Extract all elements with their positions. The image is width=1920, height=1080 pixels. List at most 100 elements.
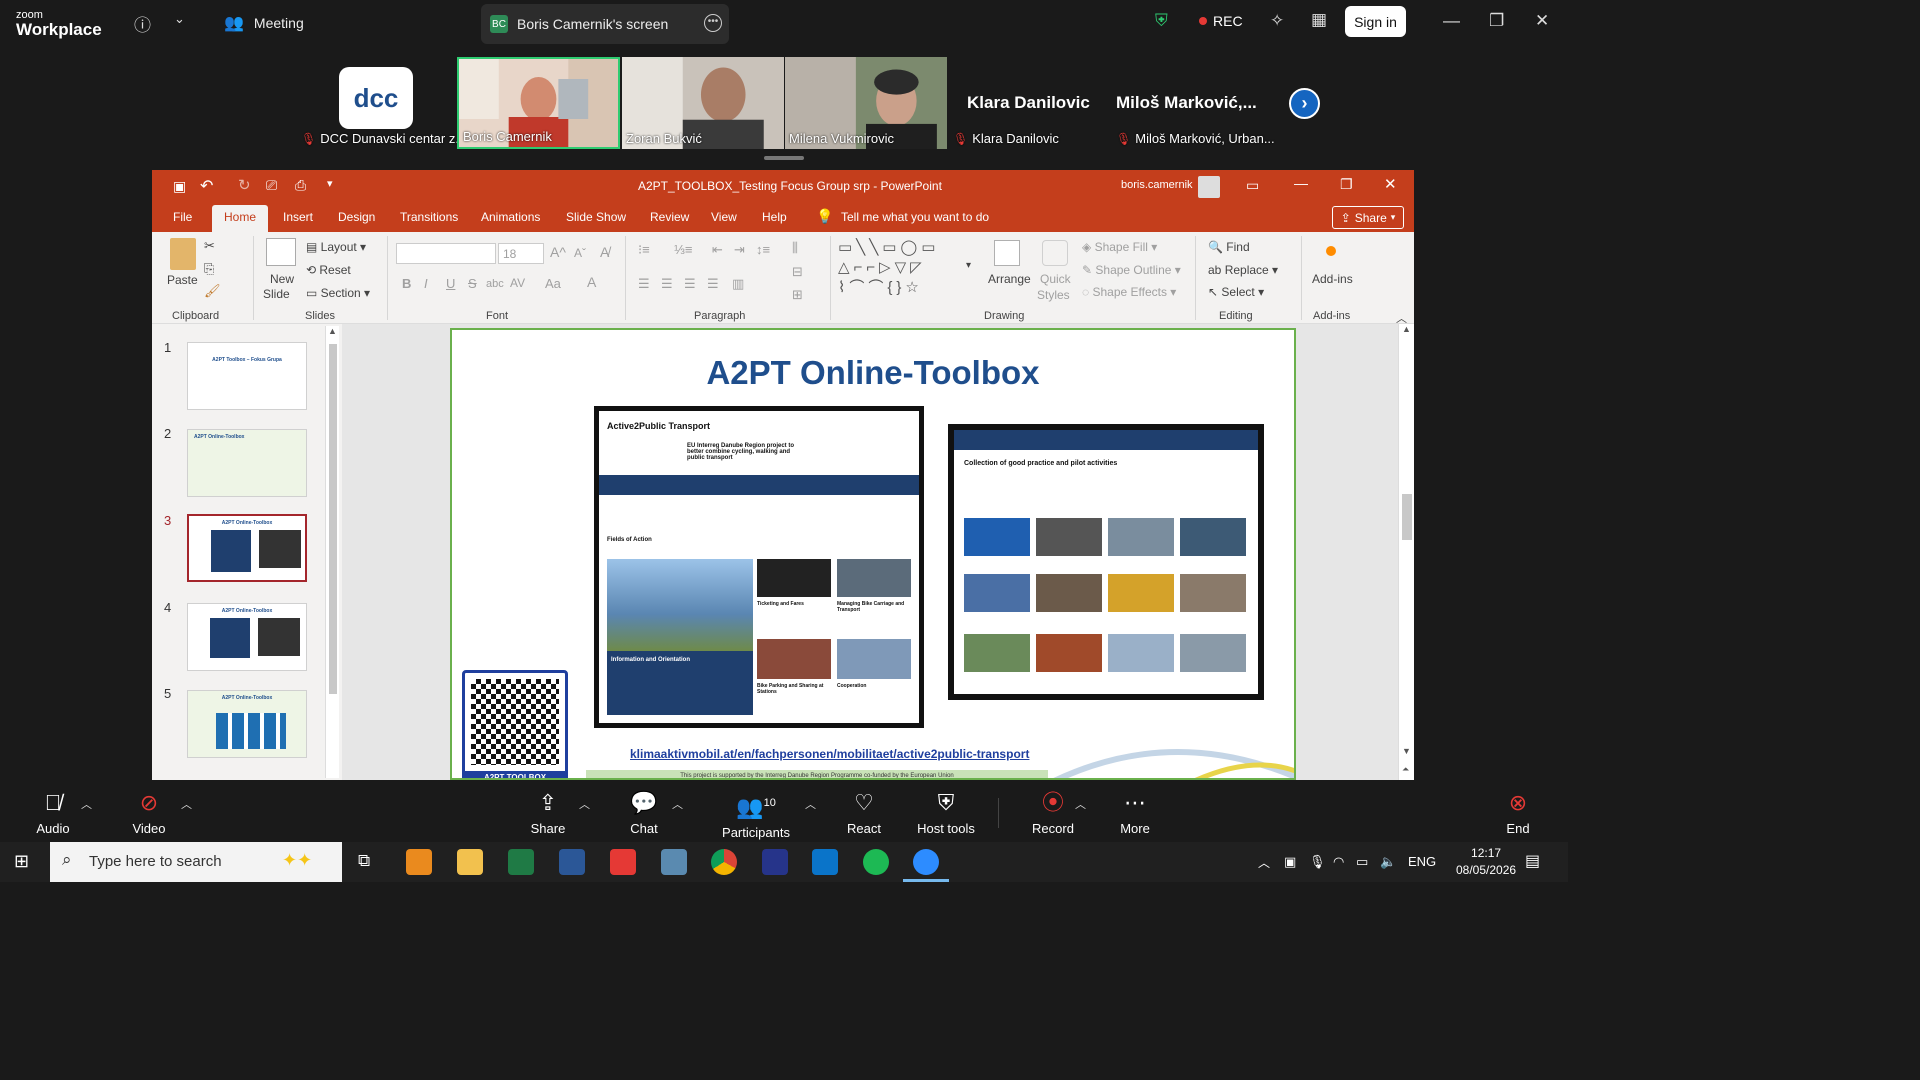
arrange-icon[interactable] xyxy=(994,240,1020,266)
share-button[interactable]: ⇪ Share xyxy=(528,790,568,836)
increase-font-icon[interactable]: A^ xyxy=(550,244,566,260)
volume-icon[interactable]: 🔈 xyxy=(1380,854,1396,870)
replace-button[interactable]: ab Replace ▾ xyxy=(1208,263,1278,277)
line-spacing-icon[interactable]: ↕≡ xyxy=(756,242,770,257)
scroll-thumb[interactable] xyxy=(1402,494,1412,540)
restore-icon[interactable]: ❐ xyxy=(1489,11,1504,31)
chevron-down-icon[interactable]: ⌄ xyxy=(174,11,185,27)
store-icon[interactable] xyxy=(812,849,838,875)
more-options-icon[interactable]: ••• xyxy=(704,14,722,32)
tray-expand-icon[interactable]: ︿ xyxy=(1258,854,1270,871)
tab-animations[interactable]: Animations xyxy=(481,210,540,224)
restore-icon[interactable]: ❐ xyxy=(1340,176,1353,193)
recording-indicator[interactable]: REC xyxy=(1199,13,1243,29)
paste-button[interactable]: Paste xyxy=(167,273,198,287)
language-indicator[interactable]: ENG xyxy=(1408,854,1436,869)
font-size-select[interactable]: 18 xyxy=(498,243,544,264)
chat-options-icon[interactable]: ︿ xyxy=(672,796,683,812)
layout-button[interactable]: ▤ Layout ▾ xyxy=(306,240,366,254)
indent-increase-icon[interactable]: ⇥ xyxy=(734,242,745,258)
react-button[interactable]: ♡ React xyxy=(846,790,882,836)
spotify-icon[interactable] xyxy=(863,849,889,875)
font-color-icon[interactable]: A xyxy=(587,274,596,290)
tab-home[interactable]: Home xyxy=(212,205,269,232)
scroll-down-icon[interactable]: ▼ xyxy=(1402,746,1411,756)
slide-thumbnail-2[interactable]: A2PT Online-Toolbox xyxy=(187,429,307,497)
tab-design[interactable]: Design xyxy=(338,210,375,224)
tab-view[interactable]: View xyxy=(711,210,737,224)
ai-sparkle-icon[interactable]: ✧ xyxy=(1270,11,1284,31)
find-button[interactable]: 🔍 Find xyxy=(1208,240,1250,254)
host-tools-button[interactable]: ⛨ Host tools xyxy=(916,790,976,836)
share-options-icon[interactable]: ︿ xyxy=(579,796,590,812)
numbering-icon[interactable]: ⅓≡ xyxy=(674,242,692,257)
device-icon[interactable]: ▣ xyxy=(1284,854,1296,870)
slide-thumbnail-1[interactable]: A2PT Toolbox – Fokus Grupa xyxy=(187,342,307,410)
tab-slide-show[interactable]: Slide Show xyxy=(566,210,626,224)
avatar[interactable] xyxy=(1198,176,1220,198)
addins-button[interactable]: Add-ins xyxy=(1312,272,1353,286)
present-icon[interactable]: ⎙ xyxy=(295,177,306,194)
excel-icon[interactable] xyxy=(508,849,534,875)
info-icon[interactable]: ⓘ xyxy=(134,11,151,36)
minimize-icon[interactable]: — xyxy=(1294,175,1308,191)
slide-thumbnail-5[interactable]: A2PT Online-Toolbox xyxy=(187,690,307,758)
participant-tile-milena[interactable]: Milena Vukmirovic xyxy=(785,57,947,149)
shapes-more-icon[interactable]: ▾ xyxy=(966,260,971,271)
ribbon-display-icon[interactable]: ▭ xyxy=(1246,177,1259,194)
participant-tile-klara[interactable]: Klara Danilovic 🎙 Klara Danilovic xyxy=(949,57,1111,149)
meeting-button[interactable]: 👥 Meeting xyxy=(224,13,304,33)
customize-icon[interactable]: ▾ xyxy=(327,177,333,190)
reader-icon[interactable] xyxy=(762,849,788,875)
anydesk-icon[interactable] xyxy=(610,849,636,875)
font-name-select[interactable] xyxy=(396,243,496,264)
thumbnails-scrollbar[interactable]: ▲ xyxy=(325,326,339,778)
slide-scrollbar[interactable]: ▲ ▼ ⏶ xyxy=(1398,324,1414,780)
arrange-button[interactable]: Arrange xyxy=(988,272,1031,286)
audio-options-icon[interactable]: ︿ xyxy=(81,796,92,812)
strikethrough-icon[interactable]: S xyxy=(468,276,477,291)
copy-icon[interactable]: ⎘ xyxy=(204,261,214,277)
minimize-icon[interactable]: — xyxy=(1443,11,1460,31)
outlook-icon[interactable] xyxy=(406,849,432,875)
bullets-icon[interactable]: ⁝≡ xyxy=(638,242,650,258)
mic-icon[interactable]: 🎙 xyxy=(1309,854,1326,870)
more-button[interactable]: ⋯ More xyxy=(1118,790,1152,836)
bold-icon[interactable]: B xyxy=(402,276,411,291)
slideshow-icon[interactable]: ⎚ xyxy=(266,177,277,194)
shape-fill-button[interactable]: ◈ Shape Fill ▾ xyxy=(1082,240,1157,254)
align-right-icon[interactable]: ☰ xyxy=(684,276,696,292)
participant-tile-zoran[interactable]: Zoran Bukvić xyxy=(622,57,784,149)
justify-icon[interactable]: ☰ xyxy=(707,276,719,292)
scroll-up-icon[interactable]: ▲ xyxy=(1402,324,1411,334)
char-spacing-icon[interactable]: AV xyxy=(510,276,525,290)
battery-icon[interactable]: ▭ xyxy=(1356,854,1368,870)
slide-thumbnail-3[interactable]: A2PT Online-Toolbox xyxy=(187,514,307,582)
decrease-font-icon[interactable]: Aˇ xyxy=(574,246,586,260)
next-page-button[interactable]: › xyxy=(1289,88,1320,119)
participant-tile-dcc[interactable]: dcc 🎙 DCC Dunavski centar z... xyxy=(297,57,457,149)
close-icon[interactable]: ✕ xyxy=(1535,11,1549,31)
reset-button[interactable]: ⟲ Reset xyxy=(306,263,351,277)
toolbox-link[interactable]: klimaaktivmobil.at/en/fachpersonen/mobil… xyxy=(630,747,1029,761)
shared-screen-tab[interactable]: BC Boris Camernik's screen ••• xyxy=(481,4,729,44)
clear-format-icon[interactable]: A̸ xyxy=(600,244,609,260)
audio-button[interactable]: 🎙̸ Audio xyxy=(34,790,72,836)
tab-file[interactable]: File xyxy=(173,210,192,224)
shape-effects-button[interactable]: ◌ Shape Effects ▾ xyxy=(1082,285,1176,299)
taskbar-search-input[interactable]: ⌕ Type here to search ✦✦ xyxy=(50,842,342,882)
align-left-icon[interactable]: ☰ xyxy=(638,276,650,292)
select-button[interactable]: ↖ Select ▾ xyxy=(1208,285,1264,299)
smartart-icon[interactable]: ⊞ xyxy=(792,287,803,303)
tab-help[interactable]: Help xyxy=(762,210,787,224)
chrome-icon[interactable] xyxy=(711,849,737,875)
quick-styles-icon[interactable] xyxy=(1042,240,1068,266)
columns-icon[interactable]: ▥ xyxy=(732,276,744,292)
zoom-icon[interactable] xyxy=(913,849,939,875)
cut-icon[interactable]: ✂ xyxy=(204,238,215,254)
tab-review[interactable]: Review xyxy=(650,210,689,224)
participant-tile-boris[interactable]: Boris Camernik xyxy=(457,57,620,149)
align-text-icon[interactable]: ⊟ xyxy=(792,264,803,280)
quick-styles-button[interactable]: Styles xyxy=(1037,288,1070,302)
section-button[interactable]: ▭ Section ▾ xyxy=(306,286,370,300)
